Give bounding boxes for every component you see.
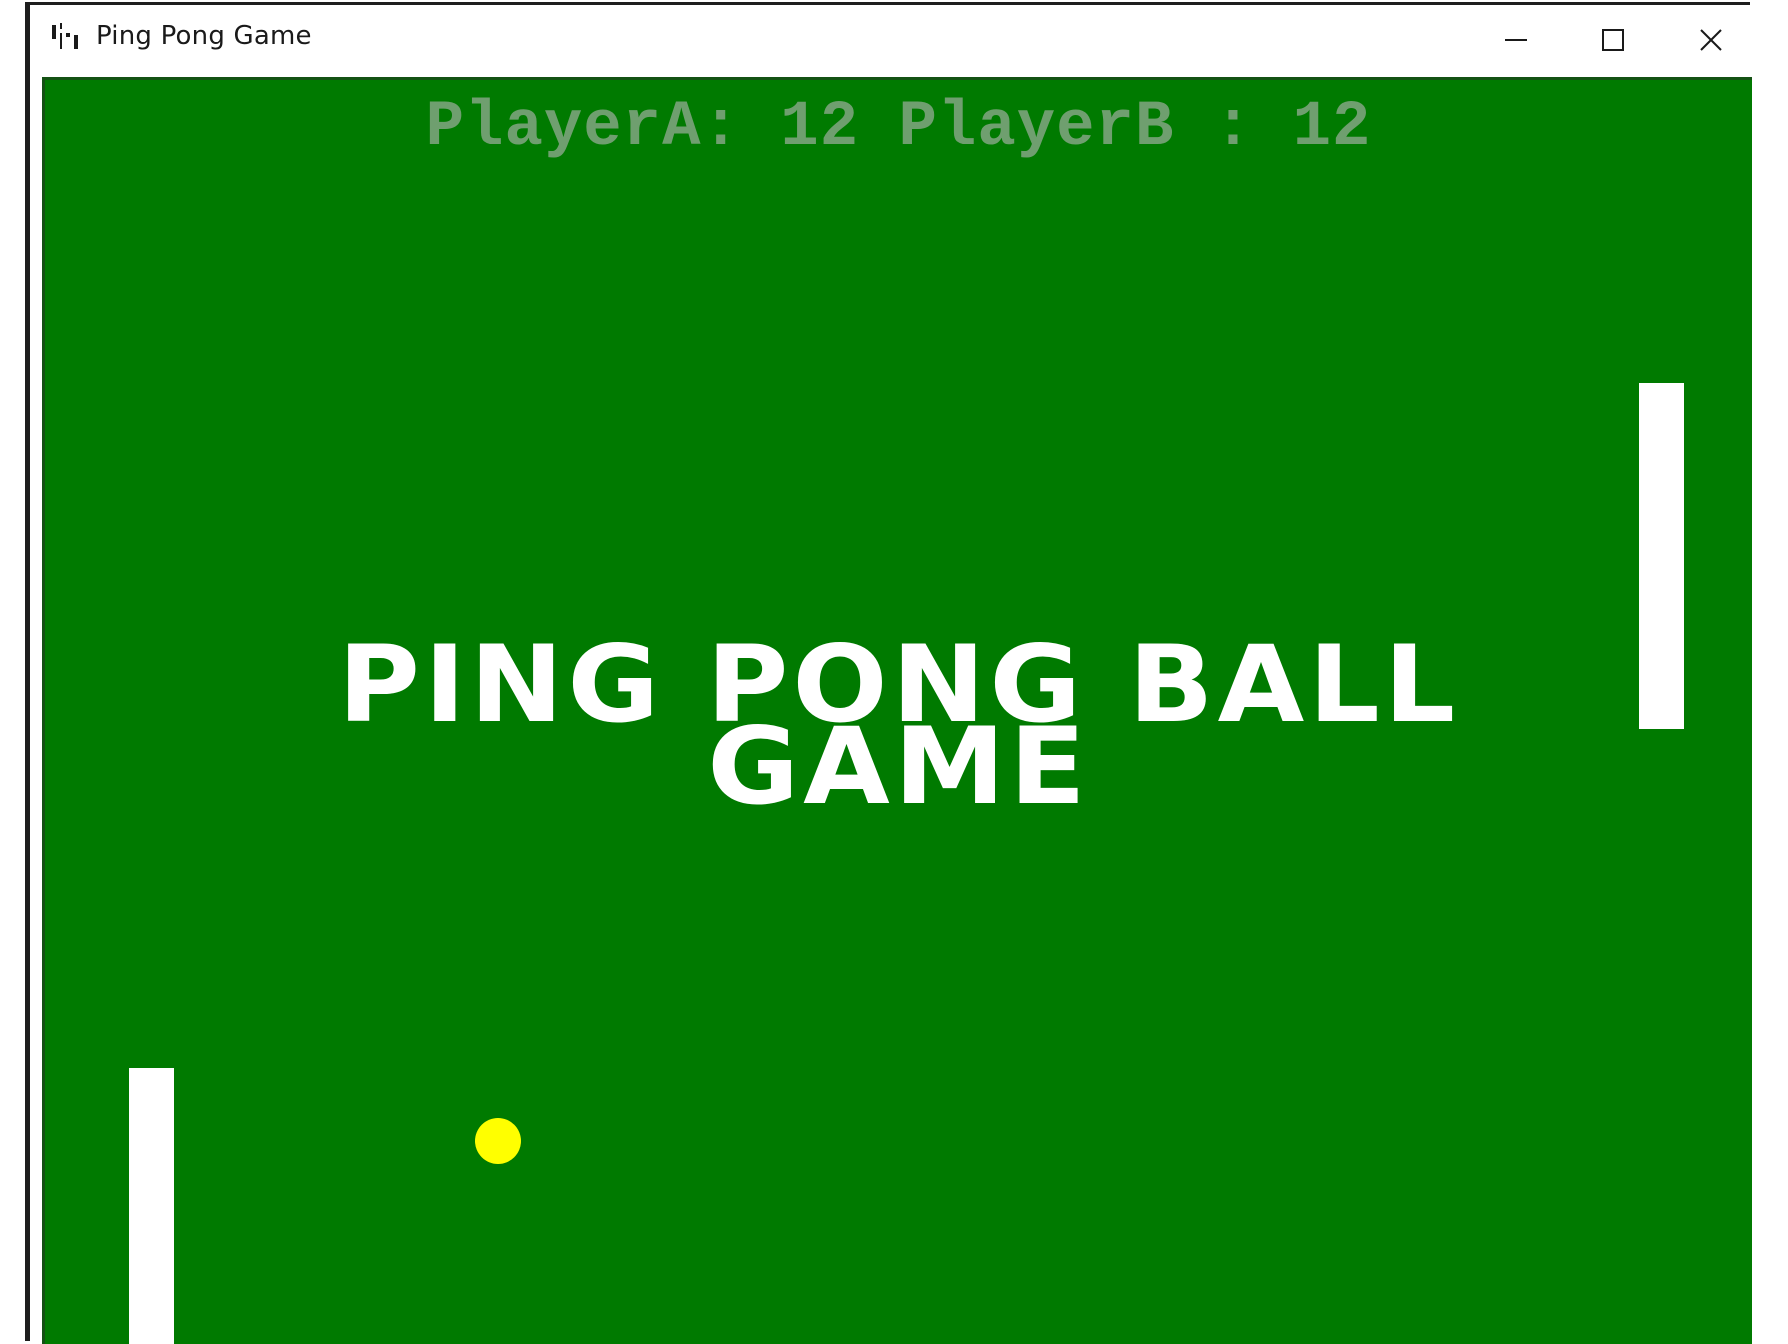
ball [475,1118,521,1164]
pingpong-app-icon [50,21,84,51]
close-icon [1700,29,1722,51]
left-paddle [129,1068,174,1344]
app-window: Ping Pong Game PlayerA: 12 PlayerB : 12 … [25,2,1752,1344]
game-title: PING PONG BALL GAME [45,632,1752,829]
game-canvas[interactable]: PlayerA: 12 PlayerB : 12 PING PONG BALL … [42,77,1752,1344]
game-title-line2: GAME [707,705,1090,829]
close-button[interactable] [1675,15,1747,65]
maximize-button[interactable] [1577,15,1649,65]
window-title: Ping Pong Game [96,21,312,51]
title-bar[interactable]: Ping Pong Game [30,5,1750,75]
maximize-icon [1602,29,1624,51]
right-paddle [1639,383,1684,729]
minimize-button[interactable] [1480,15,1552,65]
minimize-icon [1505,39,1527,41]
scoreboard: PlayerA: 12 PlayerB : 12 [425,92,1372,164]
